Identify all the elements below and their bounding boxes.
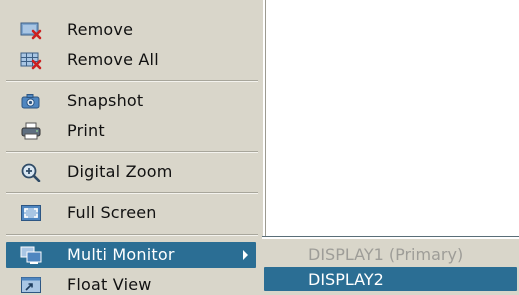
screen: Remove Remove All Snapshot Print Digital… xyxy=(0,0,519,295)
menu-item-digital-zoom[interactable]: Digital Zoom xyxy=(6,159,256,185)
menu-separator xyxy=(6,234,258,236)
multi-monitor-submenu: DISPLAY1 (Primary) DISPLAY2 xyxy=(262,237,519,295)
menu-item-label: Snapshot xyxy=(67,91,144,110)
menu-item-label: Remove All xyxy=(67,50,159,69)
menu-item-label: Remove xyxy=(67,20,134,39)
submenu-item-label: DISPLAY2 xyxy=(308,270,384,289)
menu-item-print[interactable]: Print xyxy=(6,118,256,144)
menu-item-multi-monitor[interactable]: Multi Monitor xyxy=(6,242,256,268)
menu-item-label: Print xyxy=(67,121,105,140)
menu-separator xyxy=(6,80,258,82)
menu-item-full-screen[interactable]: Full Screen xyxy=(6,200,256,226)
menu-item-label: Float View xyxy=(67,275,152,294)
submenu-item-display2[interactable]: DISPLAY2 xyxy=(264,267,517,291)
context-menu: Remove Remove All Snapshot Print Digital… xyxy=(0,0,265,295)
full-screen-icon xyxy=(21,205,41,221)
menu-item-label: Full Screen xyxy=(67,203,157,222)
menu-item-label: Digital Zoom xyxy=(67,162,173,181)
menu-separator xyxy=(6,151,258,153)
printer-icon xyxy=(21,122,41,140)
menu-item-remove-all[interactable]: Remove All xyxy=(6,47,256,73)
submenu-item-label: DISPLAY1 (Primary) xyxy=(308,245,464,264)
multi-monitor-icon xyxy=(20,246,42,264)
camera-icon xyxy=(21,94,40,109)
float-view-icon xyxy=(21,277,41,293)
submenu-item-display1: DISPLAY1 (Primary) xyxy=(264,242,517,266)
menu-item-snapshot[interactable]: Snapshot xyxy=(6,88,256,114)
menu-separator xyxy=(6,192,258,194)
menu-item-remove[interactable]: Remove xyxy=(6,17,256,43)
remove-icon xyxy=(20,22,42,40)
zoom-in-icon xyxy=(21,163,41,182)
submenu-arrow-icon xyxy=(243,250,248,260)
menu-item-float-view[interactable]: Float View xyxy=(6,272,256,295)
menu-item-label: Multi Monitor xyxy=(67,245,175,264)
remove-all-icon xyxy=(20,52,42,70)
